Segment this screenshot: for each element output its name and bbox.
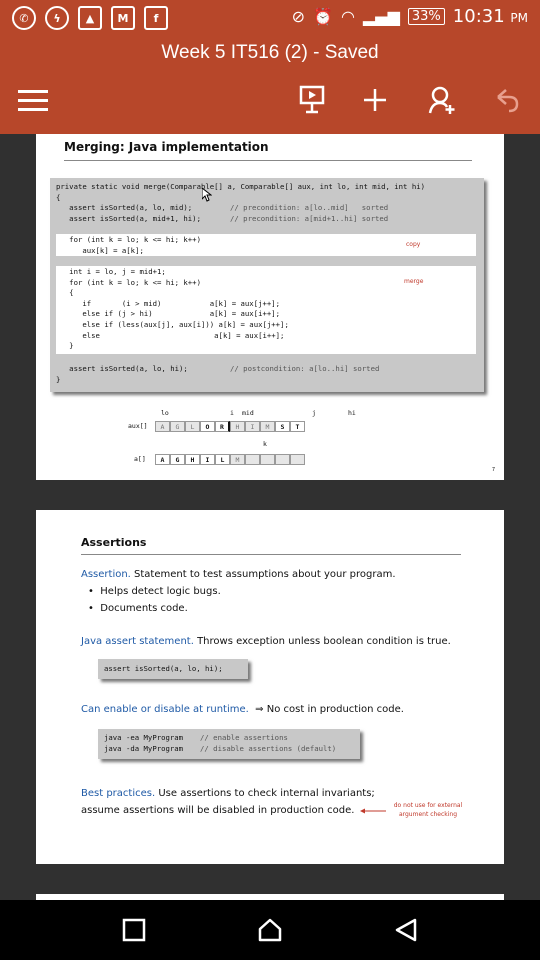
do-not-disturb-icon: ⊘ (291, 7, 306, 26)
messenger-icon: ϟ (45, 6, 69, 30)
document-title: Week 5 IT516 (2) - Saved (161, 42, 379, 63)
slide-title: Assertions (81, 536, 147, 549)
undo-button[interactable] (488, 82, 524, 118)
title-divider (81, 554, 461, 555)
j-label: j (312, 409, 316, 417)
home-button[interactable] (254, 914, 286, 946)
a-cell: M (230, 454, 245, 465)
aux-cell: S (275, 421, 290, 432)
clock: 10:31 PM (452, 6, 528, 27)
aux-cell: L (185, 421, 200, 432)
present-icon (299, 85, 325, 114)
a-cell (290, 454, 305, 465)
copy-section: for (int k = lo; k <= hi; k++) aux[k] = … (56, 234, 476, 256)
best-practices-line-2: assume assertions will be disabled in pr… (81, 805, 355, 816)
precondition-comments: // precondition: a[lo..mid] sorted // pr… (230, 203, 389, 223)
facebook-icon: f (144, 6, 168, 30)
a-cell: I (200, 454, 215, 465)
java-assert-definition: Java assert statement. Throws exception … (81, 636, 451, 647)
a-cell: G (170, 454, 185, 465)
a-array: A G H I L M (155, 454, 305, 465)
a-cell: H (185, 454, 200, 465)
a-cell: L (215, 454, 230, 465)
square-icon (122, 918, 146, 942)
navigation-bar (0, 900, 540, 960)
slide-thumbnail-1[interactable]: Merging: Java implementation private sta… (36, 134, 504, 480)
assertion-definition: Assertion. Statement to test assumptions… (81, 569, 396, 580)
aux-cell: H (230, 421, 245, 432)
aux-array: A G L O R H I M S T (155, 421, 305, 432)
copy-label: copy (406, 241, 421, 248)
aux-cell: A (155, 421, 170, 432)
a-cell (260, 454, 275, 465)
battery-indicator: 33% (407, 8, 445, 25)
back-triangle-icon (395, 918, 417, 942)
merge-section: int i = lo, j = mid+1; for (int k = lo; … (56, 266, 476, 354)
postcondition-line: assert isSorted(a, lo, hi); } (56, 364, 188, 384)
aux-array-label: aux[] (128, 422, 148, 430)
status-bar: ✆ ϟ ▲ M f ⊘ ⏰ ◠ ▂▄▆ 33% 10:31 PM (0, 0, 540, 36)
slide-page-number: 7 (492, 467, 496, 473)
lo-label: lo (161, 409, 169, 417)
enable-disable-line: Can enable or disable at runtime. ⇒ No c… (81, 704, 404, 715)
aux-cell: G (170, 421, 185, 432)
undo-icon (497, 89, 519, 113)
gallery-icon: ▲ (78, 6, 102, 30)
postcondition-comment: // postcondition: a[lo..hi] sorted (230, 364, 380, 373)
share-button[interactable] (424, 82, 460, 118)
recent-apps-button[interactable] (118, 914, 150, 946)
hi-label: hi (348, 409, 356, 417)
gmail-icon: M (111, 6, 135, 30)
a-array-label: a[] (134, 455, 146, 463)
aux-cell: T (290, 421, 305, 432)
mid-label: mid (242, 409, 254, 417)
back-button[interactable] (390, 914, 422, 946)
aux-cell: I (245, 421, 260, 432)
a-cell: A (155, 454, 170, 465)
bullet-item: • Documents code. (88, 603, 188, 614)
mouse-cursor-icon (202, 188, 212, 202)
aux-cell: O (200, 421, 215, 432)
arrow-left-icon (360, 808, 386, 814)
assert-code-example: assert isSorted(a, lo, hi); (98, 659, 248, 679)
runtime-code-example: java -ea MyProgram java -da MyProgram //… (98, 729, 360, 759)
a-cell (275, 454, 290, 465)
menu-button[interactable] (18, 90, 48, 111)
aux-cell: R (215, 421, 230, 432)
app-bar: Week 5 IT516 (2) - Saved (0, 36, 540, 134)
whatsapp-icon: ✆ (12, 6, 36, 30)
slide-thumbnail-2[interactable]: Assertions Assertion. Statement to test … (36, 510, 504, 864)
bullet-item: • Helps detect logic bugs. (88, 586, 221, 597)
merge-label: merge (404, 278, 424, 285)
signal-icon: ▂▄▆ (362, 7, 400, 26)
slide-title: Merging: Java implementation (64, 140, 269, 154)
add-slide-button[interactable] (357, 82, 393, 118)
wifi-icon: ◠ (341, 7, 355, 26)
external-argument-note: do not use for external argument checking (393, 802, 463, 818)
home-icon (258, 918, 282, 942)
plus-icon (364, 89, 386, 111)
k-label: k (263, 440, 267, 448)
code-block: private static void merge(Comparable[] a… (50, 178, 484, 392)
present-button[interactable] (294, 82, 330, 118)
best-practices-line: Best practices. Use assertions to check … (81, 788, 375, 799)
alarm-icon: ⏰ (313, 7, 333, 26)
a-cell (245, 454, 260, 465)
title-divider (64, 160, 472, 161)
aux-cell: M (260, 421, 275, 432)
add-person-icon (428, 86, 455, 114)
i-label: i (230, 409, 234, 417)
